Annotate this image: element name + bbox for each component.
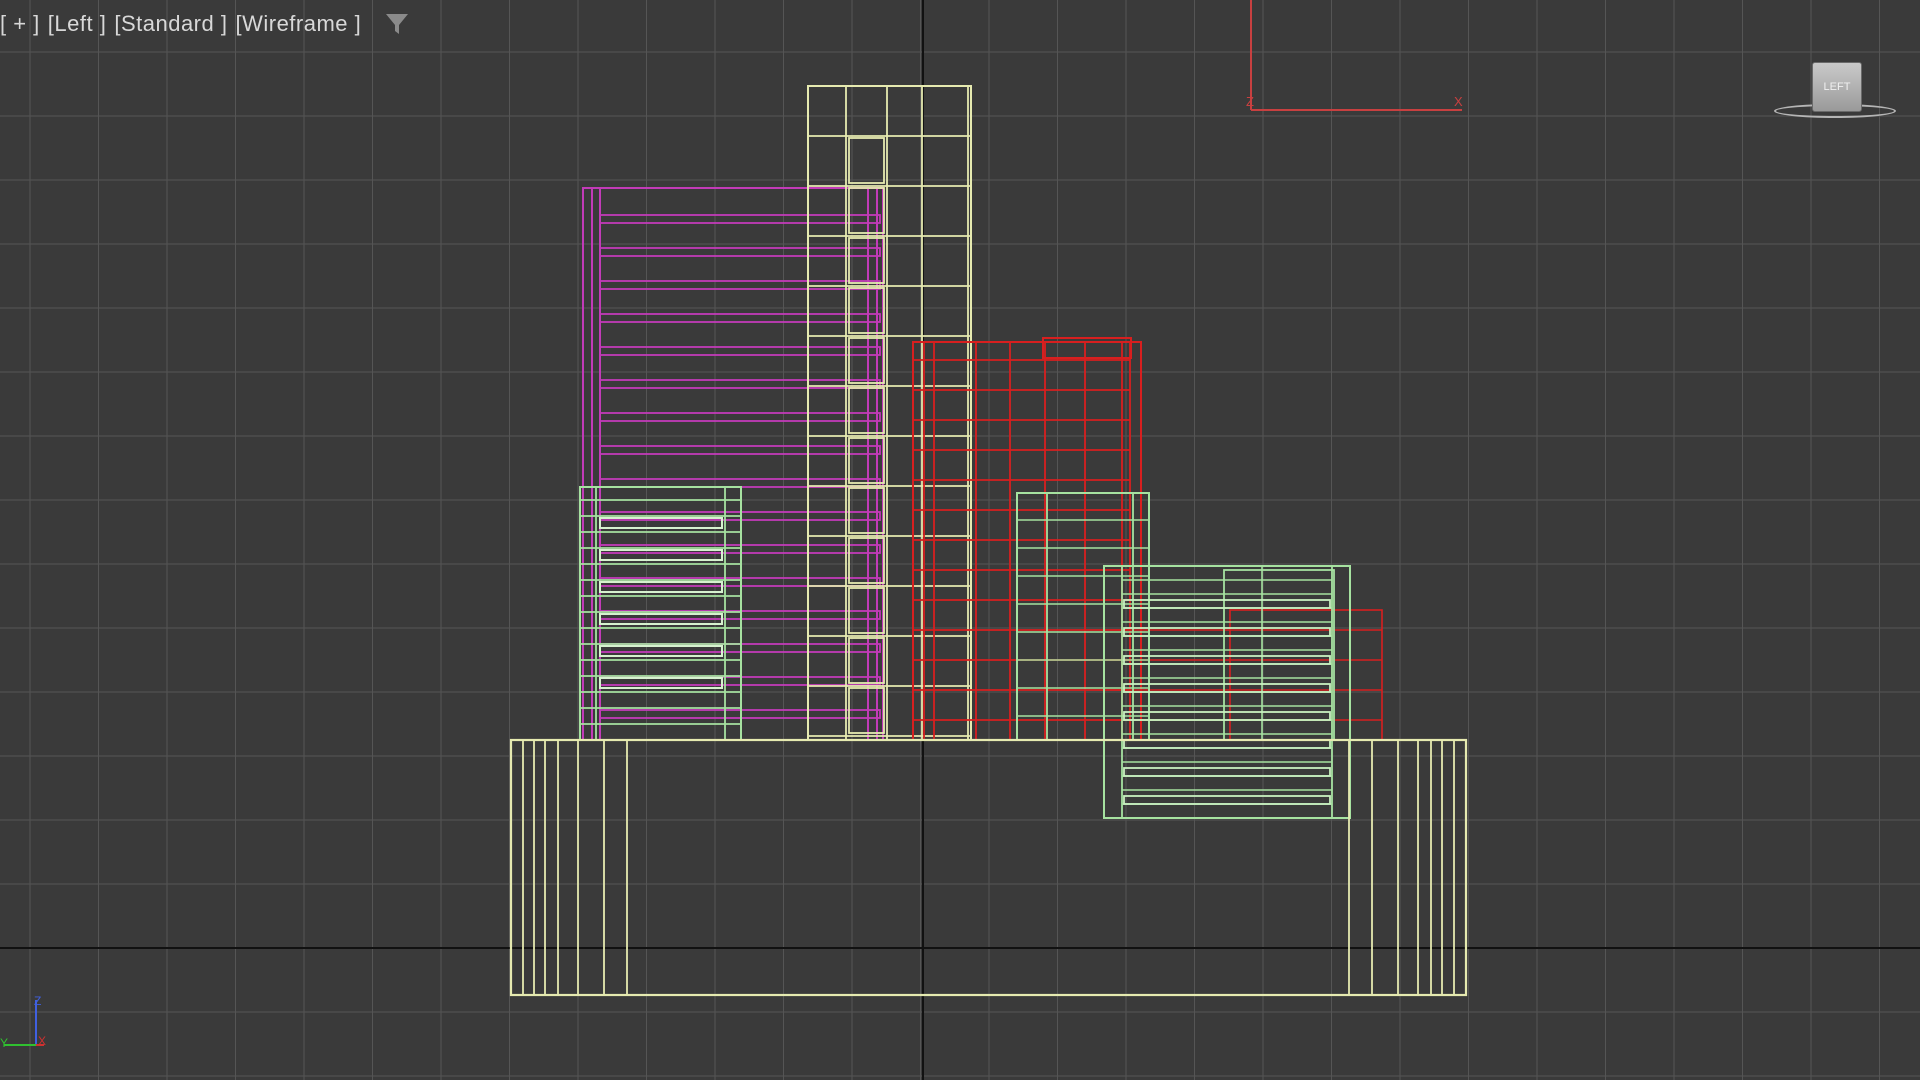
viewport-view-menu[interactable]: [Left ] bbox=[48, 11, 107, 37]
magenta-floor-band bbox=[599, 346, 881, 356]
right-green-band bbox=[1123, 711, 1331, 721]
wireframe-canvas[interactable] bbox=[0, 0, 1920, 1080]
right-green-band bbox=[1123, 767, 1331, 777]
tower-window bbox=[848, 287, 885, 334]
viewcube[interactable]: LEFT bbox=[1812, 62, 1862, 112]
gizmo-z-label: Z bbox=[1246, 94, 1254, 109]
magenta-floor-band bbox=[599, 214, 881, 224]
right-green-band bbox=[1123, 739, 1331, 749]
corner-y-label: Y bbox=[0, 1036, 9, 1050]
left-viewport[interactable]: [ + ] [Left ] [Standard ] [Wireframe ] Z… bbox=[0, 0, 1920, 1080]
left-green-band bbox=[599, 549, 723, 561]
viewport-shading-menu[interactable]: [Standard ] bbox=[114, 11, 227, 37]
tower-window bbox=[848, 387, 885, 434]
left-green-band bbox=[599, 677, 723, 689]
right-green-band bbox=[1123, 683, 1331, 693]
magenta-floor-band bbox=[599, 313, 881, 323]
tower-window bbox=[848, 437, 885, 484]
axis-gizmo bbox=[4, 0, 1462, 1046]
tower-window bbox=[848, 137, 885, 184]
right-green-band bbox=[1123, 795, 1331, 805]
red-building-wireframe bbox=[912, 337, 1383, 741]
magenta-building-wireframe bbox=[582, 187, 884, 741]
magenta-floor-band bbox=[599, 445, 881, 455]
viewport-mode-menu[interactable]: [Wireframe ] bbox=[235, 11, 361, 37]
red-outline bbox=[912, 341, 1142, 741]
left-green-band bbox=[599, 645, 723, 657]
right-green-band bbox=[1123, 599, 1331, 609]
viewport-plus-menu[interactable]: [ + ] bbox=[0, 11, 40, 37]
tower-window bbox=[848, 337, 885, 384]
gizmo-x-label: X bbox=[1454, 94, 1463, 109]
tower-window bbox=[848, 487, 885, 534]
left-green-band bbox=[599, 581, 723, 593]
magenta-floor-band bbox=[599, 280, 881, 290]
right-green-band bbox=[1123, 627, 1331, 637]
viewport-menu: [ + ] [Left ] [Standard ] [Wireframe ] bbox=[0, 10, 411, 38]
tower-window bbox=[848, 187, 885, 234]
tower-window bbox=[848, 237, 885, 284]
corner-x-label: X bbox=[38, 1034, 47, 1048]
right-green-inner bbox=[1223, 569, 1335, 741]
left-green-block-wireframe bbox=[579, 486, 742, 741]
magenta-floor-band bbox=[599, 412, 881, 422]
filter-funnel-icon[interactable] bbox=[383, 10, 411, 38]
corner-z-label: Z bbox=[34, 994, 42, 1008]
magenta-outline bbox=[582, 187, 884, 741]
magenta-floor-band bbox=[599, 247, 881, 257]
